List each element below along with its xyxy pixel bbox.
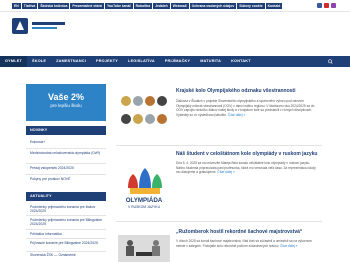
top-nav-videa[interactable]: Prezentačné videá: [70, 3, 104, 9]
divider: [116, 221, 322, 222]
news-heading: NOVINKY: [26, 126, 106, 135]
social-icons: [317, 3, 336, 8]
donation-promo-banner[interactable]: Vaše 2% pre lepšiu školu: [26, 84, 106, 121]
instagram-icon[interactable]: [331, 3, 336, 8]
top-nav-robotika[interactable]: Robotika: [133, 3, 153, 9]
search-icon[interactable]: [326, 59, 336, 64]
main-nav-kontakt[interactable]: KONTAKT: [226, 56, 256, 67]
current-item[interactable]: Podmienky prijímacieho konania pre žiako…: [26, 205, 106, 214]
top-nav-youtube[interactable]: YouTube kanál: [104, 3, 133, 9]
current-item[interactable]: Prijímacie konanie pre Bilingválne 2024/…: [26, 241, 106, 245]
article-title[interactable]: „Ružomberok hostil rekordné šachové majs…: [176, 229, 302, 235]
article-title[interactable]: Náš študent v celoštátnom kole olympiády…: [176, 151, 317, 157]
article-excerpt: V dňoch 2025 sa konali šachové majstrovs…: [176, 239, 319, 248]
top-nav-tlaciva[interactable]: Tlačivá: [21, 3, 38, 9]
current-item[interactable]: Podmienky prijímacieho konania pre Bilin…: [26, 218, 106, 227]
main-nav-legislativa[interactable]: LEGISLATÍVA: [123, 56, 160, 67]
school-logo-icon: [12, 18, 65, 34]
youtube-icon[interactable]: [324, 3, 329, 8]
facebook-icon[interactable]: [317, 3, 322, 8]
main-nav-projekty[interactable]: PROJEKTY: [91, 56, 123, 67]
current-item[interactable]: Slovenská ŽSK — Oznámenie: [26, 253, 106, 257]
medal-icon: [121, 96, 167, 124]
read-more-link[interactable]: Čítať ďalej »: [228, 113, 246, 117]
divider: [26, 229, 106, 230]
main-nav-zamestnanci[interactable]: ZAMESTNANCI: [51, 56, 91, 67]
news-item[interactable]: Erasmus+: [26, 140, 106, 144]
article-excerpt-text: Dňa 5. 4. 2025 sa na univerzite Mateja B…: [176, 161, 316, 175]
article-excerpt: Žiakovia v Školách v projekte Slovenskéh…: [176, 99, 319, 117]
current-heading: AKTUALITY: [26, 192, 106, 201]
top-nav-gdpr[interactable]: Ochrana osobných údajov: [189, 3, 237, 9]
top-nav-kontakt[interactable]: Kontakt: [265, 3, 283, 9]
divider: [26, 148, 106, 149]
main-nav-skole[interactable]: ŠKOLE: [27, 56, 51, 67]
divider: [26, 238, 106, 239]
divider: [26, 174, 106, 175]
olympiad-image-label: OLYMPIÁDA: [126, 197, 163, 204]
divider: [26, 163, 106, 164]
top-nav-webmail[interactable]: Webmail: [170, 3, 189, 9]
main-nav-maturita[interactable]: MATURITA: [195, 56, 226, 67]
news-item[interactable]: Predaj vstupeniek 2024/2025: [26, 166, 106, 170]
read-more-link[interactable]: Čítať ďalej »: [280, 244, 298, 248]
article-excerpt: Dňa 5. 4. 2025 sa na univerzite Mateja B…: [176, 161, 319, 175]
promo-subline: pre lepšiu školu: [50, 103, 82, 108]
olympiad-image[interactable]: OLYMPIÁDA V RUSKOM JAZYKU: [118, 160, 170, 212]
current-item[interactable]: Prihlaška Informatika: [26, 232, 106, 236]
medals-image[interactable]: [118, 92, 170, 130]
promo-headline: Vaše 2%: [47, 92, 85, 102]
top-nav-jedalen[interactable]: Jedáleň: [153, 3, 170, 9]
chess-image[interactable]: [118, 235, 170, 262]
divider: [26, 215, 106, 216]
top-utility-bar: EN Tlačivá Školská knižnica Prezentačné …: [0, 0, 350, 12]
divider: [116, 145, 322, 146]
main-nav: GYMLET ŠKOLE ZAMESTNANCI PROJEKTY LEGISL…: [0, 56, 350, 67]
top-nav-cookies[interactable]: Súbory cookie: [237, 3, 265, 9]
article-title[interactable]: Krajské kolo Olympijského odznaku všestr…: [176, 88, 295, 94]
school-logo[interactable]: [12, 16, 67, 38]
olympiad-image-sublabel: V RUSKOM JAZYKU: [128, 205, 161, 209]
main-nav-prijimacky[interactable]: PRIJÍMAČKY: [160, 56, 195, 67]
divider: [26, 251, 106, 252]
top-nav-kniznica[interactable]: Školská knižnica: [38, 3, 70, 9]
top-nav: EN Tlačivá Školská knižnica Prezentačné …: [12, 3, 283, 9]
site-header: [0, 13, 350, 56]
top-nav-en[interactable]: EN: [12, 3, 21, 9]
read-more-link[interactable]: Čítať ďalej »: [217, 170, 235, 174]
news-item[interactable]: Pokyny pre prvákov NOVÉ: [26, 177, 106, 181]
news-item[interactable]: Medzinárodná celoslovenská olympiáda (Ov…: [26, 151, 106, 155]
main-nav-gymlet[interactable]: GYMLET: [0, 56, 28, 67]
